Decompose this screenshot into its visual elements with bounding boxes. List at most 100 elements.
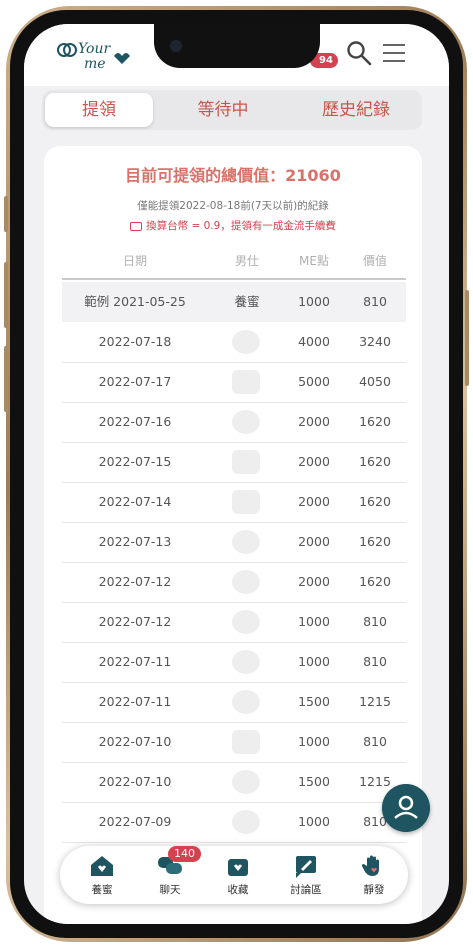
table-row[interactable]: 2022-07-15 2000 1620 [62,442,406,483]
row-date: 2022-07-13 [98,534,172,549]
row-date: 2022-07-17 [98,374,172,389]
row-date: 2022-07-12 [98,574,172,589]
row-value: 3240 [359,334,391,349]
bottom-nav: 養蜜 聊天 140 收藏 討論區 靜發 [60,846,408,904]
row-date: 2022-07-12 [98,614,172,629]
avatar[interactable] [232,570,260,594]
header-man: 男仕 [234,254,259,268]
table-row[interactable]: 2022-07-13 2000 1620 [62,522,406,563]
row-value: 1620 [359,414,391,429]
nav-label: 聊天 [159,884,181,896]
tab-history[interactable]: 歷史紀錄 [294,93,418,127]
nav-item-favorites[interactable]: 收藏 [208,846,268,904]
example-row: 範例 2021-05-25 養蜜 1000 810 [62,282,406,322]
row-value: 1620 [359,494,391,509]
row-value: 1215 [359,694,391,709]
tab-bar: 提領 等待中 歷史紀錄 [42,90,422,130]
nav-item-posts[interactable]: 靜發 [344,846,404,904]
row-value: 810 [363,734,387,749]
avatar[interactable] [232,650,260,674]
avatar[interactable] [232,450,260,474]
volume-button [4,346,8,412]
table-row[interactable]: 2022-07-18 4000 3240 [62,322,406,363]
avatar[interactable] [232,330,260,354]
row-me-points: 2000 [298,574,330,589]
avatar[interactable] [232,690,260,714]
row-me-points: 1000 [298,734,330,749]
nav-item-forum[interactable]: 討論區 [276,846,336,904]
row-value: 1620 [359,454,391,469]
row-date: 2022-07-16 [98,414,172,429]
row-me-points: 2000 [298,454,330,469]
header-me-points: ME點 [299,254,329,268]
tab-withdraw[interactable]: 提領 [45,93,153,127]
menu-icon[interactable] [382,42,406,64]
table-row[interactable]: 2022-07-11 1000 810 [62,642,406,683]
contact-support-button[interactable] [382,784,430,832]
avatar[interactable] [232,370,260,394]
row-value: 1620 [359,534,391,549]
avatar[interactable] [232,730,260,754]
table-row[interactable]: 2022-07-12 2000 1620 [62,562,406,603]
avatar[interactable] [232,810,260,834]
nav-label: 討論區 [290,884,322,896]
row-value: 1620 [359,574,391,589]
row-value: 810 [363,654,387,669]
money-icon [130,221,143,231]
table-row[interactable]: 2022-07-11 1500 1215 [62,682,406,723]
row-me-points: 2000 [298,414,330,429]
table-header: 日期 男仕 ME點 價值 [62,244,404,278]
exchange-rate-note: 換算台幣 = 0.9，提領有一成金流手續費 [44,218,422,233]
nav-item-home[interactable]: 養蜜 [72,846,132,904]
example-me-points: 1000 [298,294,330,309]
row-value: 4050 [359,374,391,389]
avatar[interactable] [232,530,260,554]
table-row[interactable]: 2022-07-10 1000 810 [62,722,406,763]
nav-label: 靜發 [363,884,385,896]
svg-text:me: me [84,56,106,72]
row-date: 2022-07-11 [98,694,172,709]
table-row[interactable]: 2022-07-12 1000 810 [62,602,406,643]
nav-label: 養蜜 [91,884,113,896]
power-button [465,290,469,386]
avatar[interactable] [232,490,260,514]
table-row[interactable]: 2022-07-09 1000 810 [62,802,406,843]
header-value: 價值 [362,254,387,268]
pencil-note-icon [296,856,316,878]
withdraw-range-note: 僅能提領2022-08-18前(7天以前)的紀錄 [137,200,329,212]
screen: Your me 94 提領 等待中 歷史紀錄 目前可提領的總價值：21060 僅… [24,24,449,924]
row-me-points: 1000 [298,814,330,829]
chat-badge: 140 [168,846,201,862]
box-heart-icon [228,859,248,876]
volume-button [4,196,8,232]
row-me-points: 2000 [298,534,330,549]
row-me-points: 5000 [298,374,330,389]
app-logo[interactable]: Your me [56,38,130,72]
header-divider [62,278,406,280]
row-me-points: 2000 [298,494,330,509]
row-me-points: 1000 [298,614,330,629]
example-value: 810 [363,294,387,309]
search-icon[interactable] [346,40,372,66]
row-value: 810 [363,614,387,629]
house-heart-icon [91,856,113,876]
row-me-points: 1000 [298,654,330,669]
table-row[interactable]: 2022-07-16 2000 1620 [62,402,406,443]
row-date: 2022-07-11 [98,654,172,669]
svg-text:Your: Your [78,41,111,57]
row-date: 2022-07-15 [98,454,172,469]
avatar[interactable] [232,410,260,434]
nav-label: 收藏 [227,884,249,896]
camera [170,40,182,52]
table-row[interactable]: 2022-07-17 5000 4050 [62,362,406,403]
row-date: 2022-07-14 [98,494,172,509]
avatar[interactable] [232,770,260,794]
table-row[interactable]: 2022-07-14 2000 1620 [62,482,406,523]
table-row[interactable]: 2022-07-10 1500 1215 [62,762,406,803]
total-value-title: 目前可提領的總價值：21060 [125,166,341,185]
header-date: 日期 [122,254,147,268]
avatar[interactable] [232,610,260,634]
withdraw-card: 目前可提領的總價值：21060 僅能提領2022-08-18前(7天以前)的紀錄… [44,146,422,924]
exchange-rate-text: 換算台幣 = 0.9，提領有一成金流手續費 [146,220,336,232]
tab-pending[interactable]: 等待中 [168,93,278,127]
